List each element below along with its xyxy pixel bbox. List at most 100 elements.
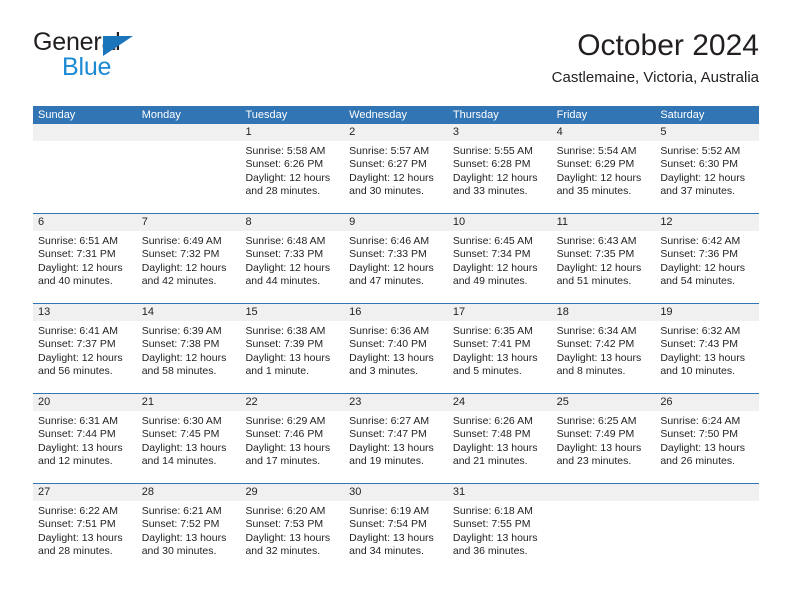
day-number: 28 [136, 484, 241, 501]
calendar-week-row: 6 Sunrise: 6:51 AM Sunset: 7:31 PM Daylight… [33, 213, 760, 303]
weekday-header-tuesday: Tuesday [245, 109, 288, 121]
day-cell[interactable]: 7 Sunrise: 6:49 AM Sunset: 7:32 PM Daylight… [136, 214, 241, 303]
day-detail-line: Sunrise: 5:57 AM [349, 145, 430, 157]
day-cell[interactable]: 15 Sunrise: 6:38 AM Sunset: 7:39 PM Dayligh… [240, 304, 345, 393]
day-detail-line: Daylight: 13 hours [141, 531, 227, 544]
calendar-week-row: 13 Sunrise: 6:41 AM Sunset: 7:37 PM Dayligh… [33, 303, 760, 393]
day-cell[interactable]: 16 Sunrise: 6:36 AM Sunset: 7:40 PM Dayligh… [344, 304, 448, 393]
day-cell[interactable]: 31 Sunrise: 6:18 AM Sunset: 7:55 PM Dayligh… [447, 484, 552, 573]
day-cell[interactable]: 14 Sunrise: 6:39 AM Sunset: 7:38 PM Dayligh… [136, 304, 241, 393]
day-detail-line: and 3 minutes. [349, 365, 419, 378]
day-number [551, 484, 656, 501]
day-cell[interactable]: 10 Sunrise: 6:45 AM Sunset: 7:34 PM Dayligh… [447, 214, 552, 303]
day-number: 4 [551, 124, 656, 141]
day-cell[interactable]: 8 Sunrise: 6:48 AM Sunset: 7:33 PM Daylight… [240, 214, 345, 303]
day-cell[interactable]: 2 Sunrise: 5:57 AM Sunset: 6:27 PM Daylight… [344, 124, 448, 213]
day-cell[interactable]: 3 Sunrise: 5:55 AM Sunset: 6:28 PM Daylight… [447, 124, 552, 213]
day-details: Sunrise: 6:20 AM Sunset: 7:53 PM Daylight:… [240, 501, 344, 559]
day-details: Sunrise: 5:58 AM Sunset: 6:26 PM Daylight:… [240, 141, 344, 199]
day-cell[interactable]: 30 Sunrise: 6:19 AM Sunset: 7:54 PM Dayligh… [344, 484, 448, 573]
day-detail-line: Sunset: 7:46 PM [245, 428, 324, 441]
day-detail-line: and 51 minutes. [556, 275, 632, 288]
day-cell[interactable]: 27 Sunrise: 6:22 AM Sunset: 7:51 PM Dayligh… [33, 484, 137, 573]
day-number: 26 [655, 394, 760, 411]
day-details: Sunrise: 6:27 AM Sunset: 7:47 PM Daylight:… [344, 411, 448, 469]
day-detail-line: Daylight: 12 hours [556, 261, 642, 274]
day-cell[interactable]: 24 Sunrise: 6:26 AM Sunset: 7:48 PM Dayligh… [447, 394, 552, 483]
day-cell[interactable]: 9 Sunrise: 6:46 AM Sunset: 7:33 PM Daylight… [344, 214, 448, 303]
day-number: 6 [33, 214, 137, 231]
day-cell[interactable]: 23 Sunrise: 6:27 AM Sunset: 7:47 PM Dayligh… [344, 394, 448, 483]
day-detail-line: Sunrise: 6:18 AM [452, 505, 533, 517]
day-number [33, 124, 137, 141]
day-cell[interactable]: 18 Sunrise: 6:34 AM Sunset: 7:42 PM Dayligh… [551, 304, 656, 393]
day-number: 8 [240, 214, 345, 231]
day-detail-line: Sunrise: 6:22 AM [38, 505, 118, 517]
day-detail-line: Daylight: 12 hours [452, 171, 538, 184]
day-cell[interactable]: 1 Sunrise: 5:58 AM Sunset: 6:26 PM Daylight… [240, 124, 345, 213]
day-cell[interactable]: 12 Sunrise: 6:42 AM Sunset: 7:36 PM Dayligh… [655, 214, 760, 303]
day-detail-line: Sunset: 7:50 PM [660, 428, 738, 441]
day-number: 30 [344, 484, 448, 501]
day-details: Sunrise: 6:49 AM Sunset: 7:32 PM Daylight:… [137, 231, 241, 289]
day-number: 31 [447, 484, 552, 501]
day-cell[interactable]: 21 Sunrise: 6:30 AM Sunset: 7:45 PM Dayligh… [136, 394, 241, 483]
day-cell-empty [655, 484, 760, 573]
day-cell[interactable]: 5 Sunrise: 5:52 AM Sunset: 6:30 PM Daylight… [655, 124, 760, 213]
day-cell[interactable]: 11 Sunrise: 6:43 AM Sunset: 7:35 PM Dayligh… [551, 214, 656, 303]
day-cell[interactable]: 13 Sunrise: 6:41 AM Sunset: 7:37 PM Dayligh… [33, 304, 137, 393]
day-cell[interactable]: 19 Sunrise: 6:32 AM Sunset: 7:43 PM Dayligh… [655, 304, 760, 393]
day-cell[interactable]: 20 Sunrise: 6:31 AM Sunset: 7:44 PM Dayligh… [33, 394, 137, 483]
day-detail-line: and 28 minutes. [38, 545, 113, 558]
day-detail-line: Sunset: 7:48 PM [452, 428, 531, 441]
day-detail-line: Sunset: 6:30 PM [660, 158, 738, 171]
day-detail-line: Sunset: 7:47 PM [349, 428, 427, 441]
day-cell[interactable]: 17 Sunrise: 6:35 AM Sunset: 7:41 PM Dayligh… [447, 304, 552, 393]
day-detail-line: Sunset: 7:37 PM [38, 338, 116, 351]
day-detail-line: Sunrise: 6:45 AM [452, 235, 533, 247]
day-detail-line: Sunset: 7:51 PM [38, 518, 116, 531]
day-detail-line: Daylight: 12 hours [245, 171, 331, 184]
day-cell-empty [551, 484, 656, 573]
day-detail-line: and 30 minutes. [349, 185, 424, 198]
day-detail-line: Daylight: 13 hours [349, 531, 434, 544]
day-details: Sunrise: 6:45 AM Sunset: 7:34 PM Daylight:… [448, 231, 552, 289]
day-number [136, 124, 241, 141]
day-details: Sunrise: 5:55 AM Sunset: 6:28 PM Daylight:… [448, 141, 552, 199]
day-detail-line: Sunrise: 6:30 AM [141, 415, 222, 427]
day-cell[interactable]: 4 Sunrise: 5:54 AM Sunset: 6:29 PM Daylight… [551, 124, 656, 213]
day-cell[interactable]: 22 Sunrise: 6:29 AM Sunset: 7:46 PM Dayligh… [240, 394, 345, 483]
day-detail-line: Daylight: 12 hours [349, 261, 434, 274]
day-number: 22 [240, 394, 345, 411]
day-detail-line: Daylight: 13 hours [556, 351, 642, 364]
day-detail-line: and 32 minutes. [245, 545, 321, 558]
day-detail-line: Sunset: 7:41 PM [452, 338, 531, 351]
day-cell[interactable]: 28 Sunrise: 6:21 AM Sunset: 7:52 PM Dayligh… [136, 484, 241, 573]
day-detail-line: Sunset: 7:34 PM [452, 248, 531, 261]
day-detail-line: Daylight: 13 hours [141, 441, 227, 454]
calendar-week-row: 20 Sunrise: 6:31 AM Sunset: 7:44 PM Dayligh… [33, 393, 760, 483]
day-details [137, 141, 241, 145]
day-details: Sunrise: 6:41 AM Sunset: 7:37 PM Daylight:… [33, 321, 137, 379]
day-number: 16 [344, 304, 448, 321]
day-detail-line: Sunrise: 5:58 AM [245, 145, 326, 157]
day-detail-line: Sunset: 7:44 PM [38, 428, 116, 441]
day-details: Sunrise: 6:22 AM Sunset: 7:51 PM Daylight:… [33, 501, 137, 559]
day-cell[interactable]: 29 Sunrise: 6:20 AM Sunset: 7:53 PM Dayligh… [240, 484, 345, 573]
page-title: October 2024 [577, 29, 759, 62]
day-cell[interactable]: 25 Sunrise: 6:25 AM Sunset: 7:49 PM Dayligh… [551, 394, 656, 483]
day-detail-line: Sunrise: 6:39 AM [141, 325, 222, 337]
day-detail-line: and 35 minutes. [556, 185, 632, 198]
day-number: 9 [344, 214, 448, 231]
day-details: Sunrise: 6:18 AM Sunset: 7:55 PM Daylight:… [448, 501, 552, 559]
day-detail-line: Sunset: 6:28 PM [452, 158, 531, 171]
calendar-page: General Blue October 2024 Castlemaine, V… [0, 0, 792, 612]
day-cell[interactable]: 6 Sunrise: 6:51 AM Sunset: 7:31 PM Daylight… [33, 214, 137, 303]
day-detail-line: and 40 minutes. [38, 275, 113, 288]
day-detail-line: Daylight: 13 hours [38, 441, 123, 454]
day-cell[interactable]: 26 Sunrise: 6:24 AM Sunset: 7:50 PM Dayligh… [655, 394, 760, 483]
day-details: Sunrise: 6:43 AM Sunset: 7:35 PM Daylight:… [552, 231, 656, 289]
logo-text-blue: Blue [62, 53, 112, 81]
day-detail-line: Sunrise: 6:48 AM [245, 235, 326, 247]
day-detail-line: Sunset: 7:31 PM [38, 248, 116, 261]
